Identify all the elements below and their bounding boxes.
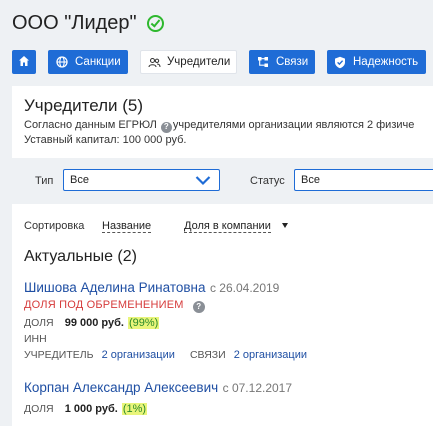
share-label: ДОЛЯ [24,403,54,415]
company-header: ООО "Лидер" [12,12,164,35]
type-label: Тип [35,175,54,187]
encumbrance-row: ДОЛЯ ПОД ОБРЕМЕНЕНИЕМ ? [24,299,206,313]
share-row: ДОЛЯ 1 000 руб. (1%) [24,403,148,415]
sanctions-label: Санкции [75,56,121,68]
status-label: Статус [250,175,285,187]
type-select[interactable]: Все [63,169,220,191]
founders-label: Учредители [167,56,231,68]
chevron-down-icon [195,173,211,190]
current-heading: Актуальные (2) [24,248,137,265]
globe-icon [55,56,69,68]
capital-text: Уставный капитал: 100 000 руб. [24,133,187,146]
founder-name-link[interactable]: Шишова Аделина Ринатовна [24,280,206,295]
filter-bar: Тип Все Статус Все [12,158,433,204]
founders-heading: Учредители (5) [24,96,144,115]
relations-row: УЧРЕДИТЕЛЬ 2 организации СВЯЗИ 2 организ… [24,349,307,361]
share-value: 1 000 руб. [64,403,118,415]
sanctions-button[interactable]: Санкции [48,50,128,74]
encumbrance-badge: ДОЛЯ ПОД ОБРЕМЕНЕНИЕМ [24,299,184,311]
inn-row: ИНН [24,333,47,345]
founders-panel: Учредители (5) Согласно данным ЕГРЮЛ ? уч… [12,86,433,426]
network-icon [256,56,270,68]
company-name: ООО "Лидер" [12,12,137,34]
founder-row-1: Шишова Аделина Ринатовна с 26.04.2019 [24,279,279,297]
share-label: ДОЛЯ [24,317,54,329]
connections-label: СВЯЗИ [189,349,226,361]
caret-down-icon [276,220,288,232]
sort-by-share[interactable]: Доля в компании [184,220,271,233]
type-value: Все [70,174,89,186]
reliability-label: Надежность [353,56,419,68]
founder-of-label: УЧРЕДИТЕЛЬ [24,349,94,361]
people-icon [147,57,161,68]
connections-link[interactable]: 2 организации [234,349,307,361]
founder-since: с 07.12.2017 [222,381,293,395]
founder-row-2: Корпан Александр Алексеевич с 07.12.2017 [24,379,292,397]
sort-by-share-label: Доля в компании [184,220,271,232]
status-value: Все [301,174,320,186]
share-percent: (99%) [127,317,160,329]
links-label: Связи [276,56,309,68]
sort-row: Сортировка Название Доля в компании [24,220,288,233]
home-icon [18,55,30,70]
help-icon[interactable]: ? [160,121,172,133]
sort-label: Сортировка [24,220,85,232]
founders-description: Согласно данным ЕГРЮЛ ? учредителями орга… [24,118,414,147]
share-value: 99 000 руб. [64,317,124,329]
founder-since: с 26.04.2019 [209,281,280,295]
help-icon[interactable]: ? [192,300,205,313]
verified-check-icon [146,15,164,32]
share-row: ДОЛЯ 99 000 руб. (99%) [24,317,160,329]
founder-name-link[interactable]: Корпан Александр Алексеевич [24,380,218,395]
reliability-button[interactable]: Надежность [327,50,426,74]
sort-by-name[interactable]: Название [102,220,152,233]
founder-of-link[interactable]: 2 организации [102,349,175,361]
home-button[interactable] [12,50,36,74]
share-percent: (1%) [121,403,148,415]
shield-check-icon [333,56,347,69]
inn-label: ИНН [24,333,47,345]
desc-part2: учредителями организации являются 2 физи… [172,119,415,131]
status-select[interactable]: Все [294,169,433,191]
desc-part1: Согласно данным ЕГРЮЛ [24,119,157,131]
founders-tab[interactable]: Учредители [140,50,237,74]
links-button[interactable]: Связи [249,50,315,74]
